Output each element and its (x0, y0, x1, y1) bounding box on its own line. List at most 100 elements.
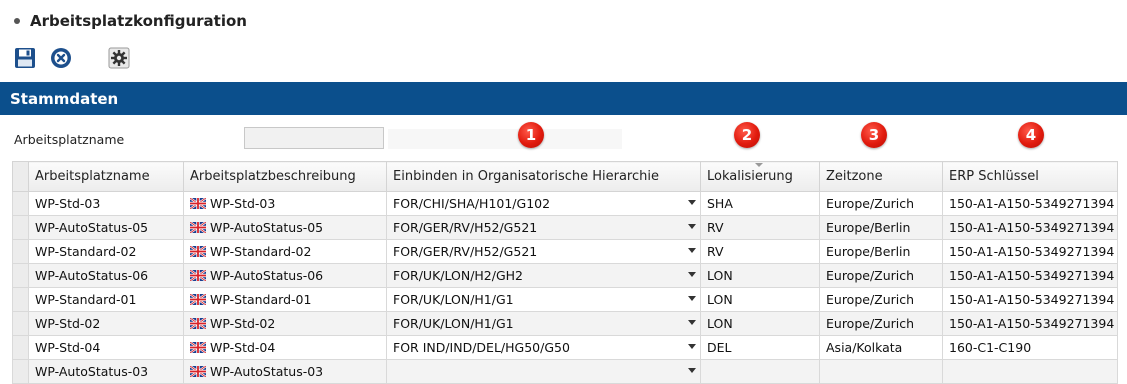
cell-erp-key[interactable]: 160-C1-C190 (942, 335, 1118, 360)
cell-name[interactable]: WP-Standard-01 (28, 287, 184, 312)
cell-description[interactable]: WP-Standard-02 (183, 239, 387, 264)
row-selector[interactable] (12, 191, 29, 216)
cell-timezone[interactable]: Europe/Berlin (819, 239, 943, 264)
column-header-localization[interactable]: Lokalisierung (700, 161, 820, 192)
chevron-down-icon[interactable] (688, 320, 696, 325)
cell-localization[interactable]: LON (700, 263, 820, 288)
cell-hierarchy-dropdown[interactable]: FOR/UK/LON/H1/G1 (386, 287, 701, 312)
cell-description[interactable]: WP-AutoStatus-05 (183, 215, 387, 240)
callout-badge-4: 4 (1018, 122, 1044, 148)
row-selector[interactable] (12, 215, 29, 240)
cell-timezone[interactable] (819, 359, 943, 384)
section-header: Stammdaten (0, 82, 1127, 115)
cell-erp-key[interactable] (942, 359, 1118, 384)
cell-erp-key[interactable]: 150-A1-A150-5349271394 (942, 239, 1118, 264)
cell-description[interactable]: WP-AutoStatus-06 (183, 263, 387, 288)
name-input[interactable] (244, 127, 384, 149)
cell-timezone[interactable]: Europe/Zurich (819, 191, 943, 216)
cell-hierarchy-value: FOR/UK/LON/H1/G1 (393, 316, 514, 331)
cell-hierarchy-value: FOR/CHI/SHA/H101/G102 (393, 196, 551, 211)
chevron-down-icon[interactable] (688, 272, 696, 277)
cancel-button[interactable] (48, 45, 74, 71)
cell-timezone[interactable]: Europe/Zurich (819, 287, 943, 312)
cell-hierarchy-dropdown[interactable]: FOR/UK/LON/H1/G1 (386, 311, 701, 336)
cell-localization[interactable]: LON (700, 287, 820, 312)
cell-localization[interactable] (700, 359, 820, 384)
cell-erp-key[interactable]: 150-A1-A150-5349271394 (942, 215, 1118, 240)
chevron-down-icon[interactable] (688, 224, 696, 229)
table-row[interactable]: WP-Standard-02 WP-Standard-02 FOR/GER/RV/H… (12, 239, 1118, 264)
cell-description-text: WP-Std-02 (210, 316, 276, 331)
cell-timezone[interactable]: Asia/Kolkata (819, 335, 943, 360)
column-header-localization-label: Lokalisierung (707, 169, 793, 184)
filter-area (388, 129, 622, 149)
table-row[interactable]: WP-AutoStatus-03 WP-AutoStatus-03 (12, 359, 1118, 384)
column-header-hierarchy[interactable]: Einbinden in Organisatorische Hierarchie (386, 161, 701, 192)
chevron-down-icon[interactable] (688, 248, 696, 253)
cell-description[interactable]: WP-Std-02 (183, 311, 387, 336)
cell-hierarchy-dropdown[interactable]: FOR/UK/LON/H2/GH2 (386, 263, 701, 288)
cell-erp-key[interactable]: 150-A1-A150-5349271394 (942, 311, 1118, 336)
row-selector[interactable] (12, 263, 29, 288)
chevron-down-icon[interactable] (688, 296, 696, 301)
cell-hierarchy-dropdown[interactable]: FOR IND/IND/DEL/HG50/G50 (386, 335, 701, 360)
row-selector[interactable] (12, 359, 29, 384)
cell-localization[interactable]: DEL (700, 335, 820, 360)
cell-description-text: WP-Standard-01 (210, 292, 312, 307)
cell-description[interactable]: WP-Standard-01 (183, 287, 387, 312)
cell-name[interactable]: WP-AutoStatus-03 (28, 359, 184, 384)
table-row[interactable]: WP-Std-03 WP-Std-03 FOR/CHI/SHA/H101/G102 S… (12, 191, 1118, 216)
chevron-down-icon[interactable] (688, 344, 696, 349)
column-header-timezone[interactable]: Zeitzone (819, 161, 943, 192)
cell-description[interactable]: WP-Std-03 (183, 191, 387, 216)
cell-hierarchy-value: FOR/GER/RV/H52/G521 (393, 244, 538, 259)
cell-name[interactable]: WP-AutoStatus-06 (28, 263, 184, 288)
cell-localization[interactable]: RV (700, 215, 820, 240)
column-header-erp-key[interactable]: ERP Schlüssel (942, 161, 1118, 192)
callout-badge-2: 2 (734, 122, 760, 148)
cell-name[interactable]: WP-Std-03 (28, 191, 184, 216)
page-header: Arbeitsplatzkonfiguration (14, 10, 247, 32)
table-row[interactable]: WP-AutoStatus-05 WP-AutoStatus-05 FOR/GER/… (12, 215, 1118, 240)
cell-erp-key[interactable]: 150-A1-A150-5349271394 (942, 263, 1118, 288)
cell-hierarchy-dropdown[interactable] (386, 359, 701, 384)
sort-indicator-icon (755, 163, 763, 167)
cell-hierarchy-dropdown[interactable]: FOR/GER/RV/H52/G521 (386, 239, 701, 264)
row-selector-header (12, 161, 29, 192)
row-selector[interactable] (12, 335, 29, 360)
cell-erp-key[interactable]: 150-A1-A150-5349271394 (942, 287, 1118, 312)
row-selector[interactable] (12, 311, 29, 336)
cell-localization[interactable]: SHA (700, 191, 820, 216)
cell-erp-key[interactable]: 150-A1-A150-5349271394 (942, 191, 1118, 216)
cell-hierarchy-dropdown[interactable]: FOR/GER/RV/H52/G521 (386, 215, 701, 240)
save-button[interactable] (12, 45, 38, 71)
name-label: Arbeitsplatzname (14, 131, 125, 147)
cell-localization[interactable]: LON (700, 311, 820, 336)
cell-description[interactable]: WP-Std-04 (183, 335, 387, 360)
cell-name[interactable]: WP-Std-04 (28, 335, 184, 360)
chevron-down-icon[interactable] (688, 368, 696, 373)
table-row[interactable]: WP-Standard-01 WP-Standard-01 FOR/UK/LON/H… (12, 287, 1118, 312)
settings-button[interactable] (106, 45, 132, 71)
cell-hierarchy-dropdown[interactable]: FOR/CHI/SHA/H101/G102 (386, 191, 701, 216)
cell-name[interactable]: WP-Std-02 (28, 311, 184, 336)
table-row[interactable]: WP-Std-02 WP-Std-02 FOR/UK/LON/H1/G1 LON Eur… (12, 311, 1118, 336)
cell-timezone[interactable]: Europe/Berlin (819, 215, 943, 240)
callout-badge-3: 3 (861, 122, 887, 148)
row-selector[interactable] (12, 239, 29, 264)
cell-name[interactable]: WP-Standard-02 (28, 239, 184, 264)
cell-description-text: WP-Std-04 (210, 340, 276, 355)
cell-timezone[interactable]: Europe/Zurich (819, 263, 943, 288)
table-row[interactable]: WP-Std-04 WP-Std-04 FOR IND/IND/DEL/HG50/G… (12, 335, 1118, 360)
cell-hierarchy-value: FOR/UK/LON/H1/G1 (393, 292, 514, 307)
cell-hierarchy-value: FOR IND/IND/DEL/HG50/G50 (393, 340, 570, 355)
chevron-down-icon[interactable] (688, 200, 696, 205)
table-row[interactable]: WP-AutoStatus-06 WP-AutoStatus-06 FOR/UK/L… (12, 263, 1118, 288)
cell-localization[interactable]: RV (700, 239, 820, 264)
cell-description[interactable]: WP-AutoStatus-03 (183, 359, 387, 384)
row-selector[interactable] (12, 287, 29, 312)
column-header-name[interactable]: Arbeitsplatzname (28, 161, 184, 192)
column-header-description[interactable]: Arbeitsplatzbeschreibung (183, 161, 387, 192)
cell-timezone[interactable]: Europe/Zurich (819, 311, 943, 336)
cell-name[interactable]: WP-AutoStatus-05 (28, 215, 184, 240)
